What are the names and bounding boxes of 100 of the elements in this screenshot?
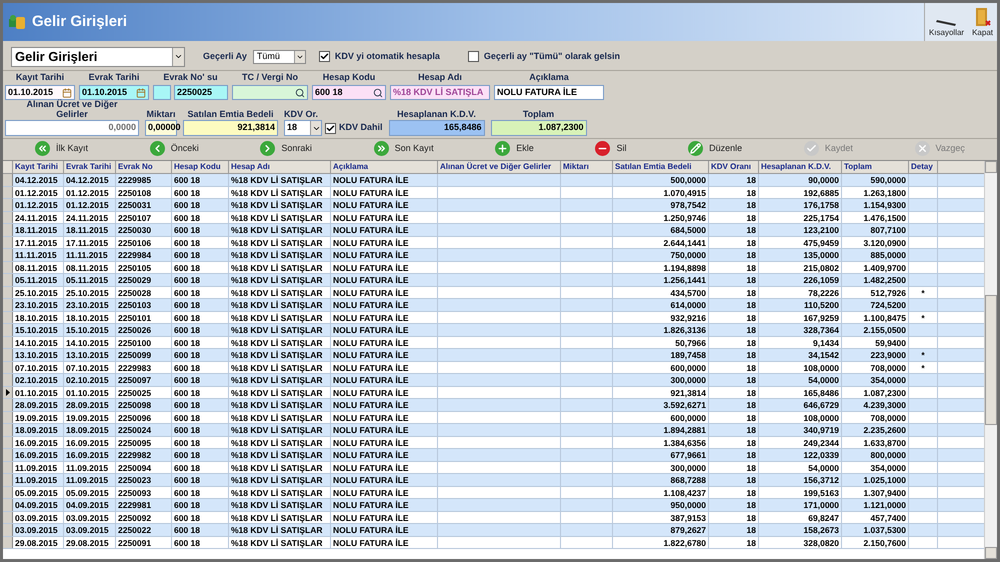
table-cell: 18 [746,474,756,486]
month-dropdown[interactable]: Tümü [252,50,306,64]
table-cell: 2250092 [118,512,152,523]
table-cell: 800,0000 [870,449,906,460]
number-field[interactable]: 165,8486 [388,120,485,136]
column-header[interactable]: Hesap Adı [229,161,331,173]
field-label: Kayıt Tarihi [16,70,64,84]
table-cell: 18 [746,274,756,286]
table-cell: 1.822,6780 [663,536,706,548]
calendar-icon[interactable] [136,88,146,98]
input-field[interactable]: NOLU FATURA İLE [494,85,604,100]
input-field[interactable]: %18 KDV Lİ SATIŞLA [390,85,490,100]
lookup-field[interactable] [232,85,308,100]
column-header[interactable]: Hesap Kodu [172,161,229,173]
column-header[interactable]: Satılan Emtia Bedeli [613,161,709,173]
table-cell: %18 KDV Lİ SATIŞLAR [231,224,322,236]
table-cell: NOLU FATURA İLE [333,224,409,236]
column-header[interactable]: KDV Oranı [709,161,759,173]
toolbar-button[interactable]: Kısayollar [924,3,968,41]
table-cell: 684,5000 [670,224,706,236]
checkbox[interactable] [468,51,479,62]
table-cell: 19.09.2015 [15,412,58,423]
column-header[interactable]: Hesaplanan K.D.V. [759,161,842,173]
table-cell: %18 KDV Lİ SATIŞLAR [231,324,322,336]
checkbox[interactable] [325,122,336,134]
date-field[interactable]: 01.10.2015 [5,85,75,100]
table-cell: 18 [746,212,756,223]
nav-button[interactable]: Düzenle [688,141,742,156]
nav-button[interactable]: Sil [595,141,626,156]
module-dropdown[interactable]: Gelir Girişleri [11,46,185,66]
column-header[interactable]: Kayıt Tarihi [13,161,64,173]
field-label: Miktarı [146,109,176,119]
table-cell: 03.09.2015 [66,512,109,523]
table-cell: %18 KDV Lİ SATIŞLAR [231,512,322,523]
table-cell: NOLU FATURA İLE [333,249,409,260]
number-field[interactable]: 1.087,2300 [490,120,587,136]
scrollbar[interactable] [984,161,997,559]
table-cell: NOLU FATURA İLE [333,499,409,510]
table-cell: 78,2226 [808,286,839,298]
table-cell: 29.08.2015 [15,536,58,548]
lookup-field[interactable]: 600 18 [312,85,386,100]
table-cell: 18 [746,174,756,186]
date-field[interactable]: 01.10.2015 [79,85,149,100]
table-cell: 885,0000 [870,249,906,260]
table-cell: 18.11.2015 [66,224,108,236]
table-cell: 16.09.2015 [66,436,109,448]
table-cell: %18 KDV Lİ SATIŞLAR [231,274,322,286]
table-cell: 2250097 [118,374,152,386]
search-icon[interactable] [373,88,383,98]
nav-button[interactable]: Ekle [495,141,534,156]
table-cell: NOLU FATURA İLE [333,274,409,286]
nav-button[interactable]: Son Kayıt [374,141,434,156]
number-field[interactable]: 0,0000 [5,120,139,136]
calendar-icon[interactable] [62,88,72,98]
row-indicator[interactable] [3,386,13,398]
nav-button[interactable]: Sonraki [260,141,312,156]
toolbar-button[interactable]: Kapat [968,3,997,41]
column-header[interactable]: Evrak No [116,161,172,173]
table-cell: 13.10.2015 [15,349,58,360]
number-field[interactable]: 921,3814 [183,120,278,136]
table-cell: 1.108,4237 [663,486,706,498]
nav-button[interactable]: İlk Kayıt [35,141,88,156]
table-cell: NOLU FATURA İLE [333,174,409,186]
column-header[interactable]: Evrak Tarihi [64,161,116,173]
nav-button[interactable]: Önceki [150,141,199,156]
table-cell: 2.150,7600 [863,536,906,548]
table-cell: 354,0000 [870,374,906,386]
table-cell: 457,7400 [870,512,906,523]
column-header[interactable]: Miktarı [561,161,613,173]
table-cell: 50,7966 [675,336,706,348]
table-cell: 2250108 [118,186,152,198]
table-cell: %18 KDV Lİ SATIŞLAR [231,199,322,210]
input-field[interactable]: 2250025 [174,85,228,100]
column-header[interactable]: Açıklama [331,161,438,173]
table-cell: 2250107 [118,212,152,223]
table-cell: * [921,312,925,323]
column-header[interactable]: Toplam [842,161,909,173]
table-cell: 600 18 [174,336,200,348]
column-header[interactable]: Alınan Ücret ve Diğer Gelirler [438,161,561,173]
table-cell: 1.250,9746 [663,212,706,223]
table-cell: 1.263,1800 [863,186,906,198]
table-cell: 18 [746,424,756,436]
search-icon[interactable] [295,88,305,98]
field-label: Evrak Tarihi [88,70,140,84]
rate-dropdown[interactable]: 18 [284,120,322,136]
table-cell: 18 [746,362,756,373]
table-cell: 1.384,6356 [663,436,706,448]
table-cell: 2250030 [118,224,152,236]
column-header[interactable]: Detay [909,161,938,173]
table-cell: %18 KDV Lİ SATIŞLAR [231,374,322,386]
minus-icon [595,141,610,156]
table-cell: 28.09.2015 [66,399,109,410]
checkbox[interactable] [318,51,330,62]
table-cell: %18 KDV Lİ SATIŞLAR [231,474,322,486]
table-cell: 11.11.2015 [15,249,57,260]
table-cell: 500,0000 [670,174,706,186]
table-cell: 15.10.2015 [15,324,58,336]
row-pointer-icon [6,388,10,396]
table-cell: 59,9400 [875,336,906,348]
input-field[interactable] [153,85,171,100]
